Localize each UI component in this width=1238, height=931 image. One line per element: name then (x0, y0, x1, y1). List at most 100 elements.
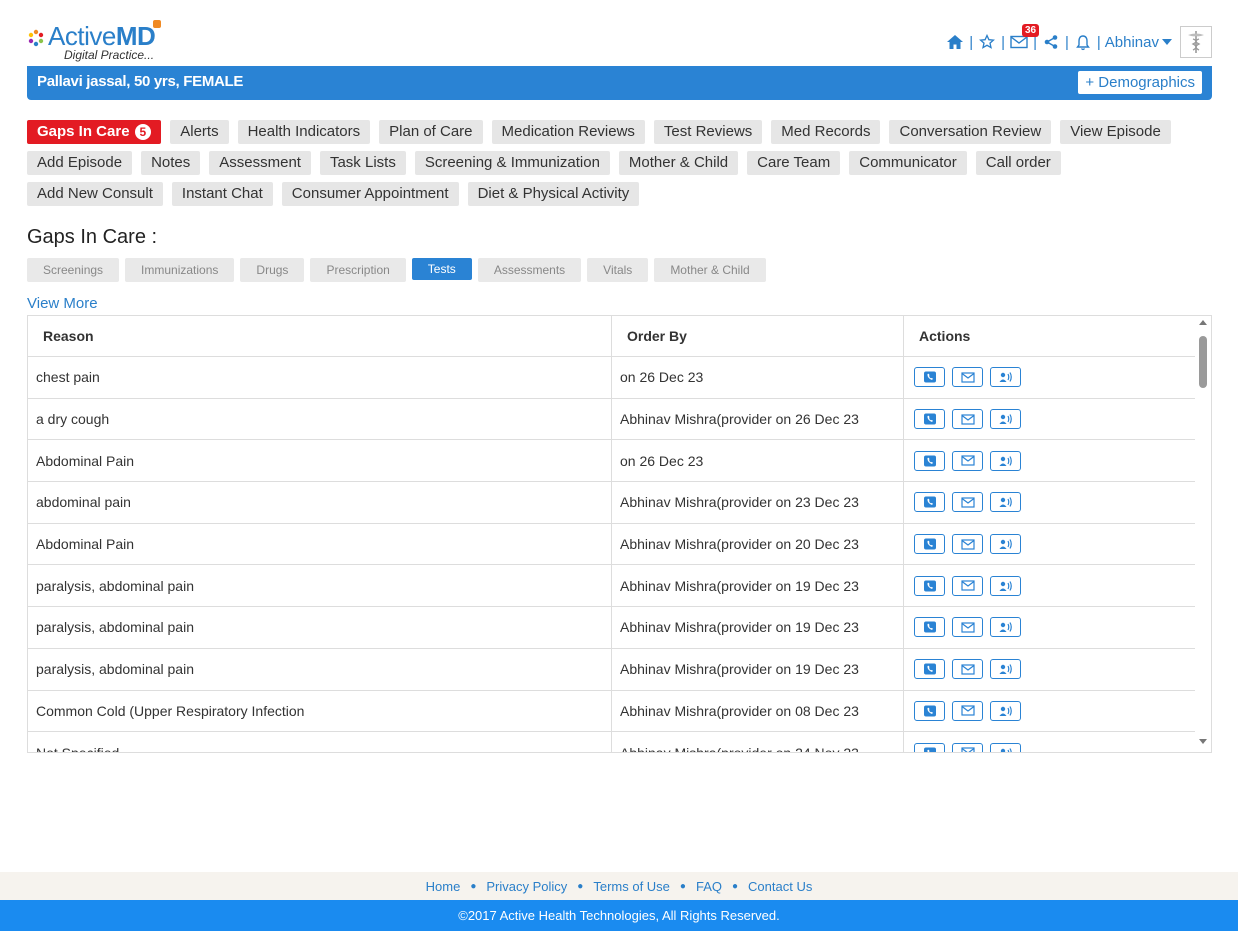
tag-med-records[interactable]: Med Records (771, 120, 881, 144)
footer-link-faq[interactable]: FAQ (696, 879, 722, 894)
actions-cell (904, 357, 1196, 398)
phone-icon (923, 413, 937, 425)
tag-medication-reviews[interactable]: Medication Reviews (491, 120, 645, 144)
reason-cell: abdominal pain (28, 482, 612, 523)
call-button[interactable] (914, 575, 945, 596)
table-row: Abdominal Pain on 26 Dec 23 (28, 440, 1196, 483)
home-icon[interactable] (945, 32, 965, 52)
voice-icon (998, 538, 1014, 550)
scroll-down-arrow-icon[interactable] (1199, 739, 1207, 744)
patient-bar: Pallavi jassal, 50 yrs, FEMALE + Demogra… (27, 66, 1212, 100)
tag-add-new-consult[interactable]: Add New Consult (27, 182, 163, 206)
message-button[interactable] (952, 367, 983, 388)
subtab-prescription[interactable]: Prescription (310, 258, 406, 282)
footer-links: Home ● Privacy Policy ● Terms of Use ● F… (0, 872, 1238, 900)
tag-care-team[interactable]: Care Team (747, 151, 841, 175)
top-nav: | | 36 | | | Abhinav (945, 24, 1212, 58)
scroll-thumb[interactable] (1199, 336, 1207, 388)
message-button[interactable] (952, 450, 983, 471)
tag-conversation-review[interactable]: Conversation Review (889, 120, 1052, 144)
subtab-immunizations[interactable]: Immunizations (125, 258, 235, 282)
subtab-vitals[interactable]: Vitals (587, 258, 649, 282)
voice-button[interactable] (990, 575, 1021, 596)
tag-alerts[interactable]: Alerts (170, 120, 229, 144)
tag-test-reviews[interactable]: Test Reviews (653, 120, 763, 144)
table-scrollbar[interactable] (1195, 316, 1211, 752)
voice-button[interactable] (990, 534, 1021, 555)
star-icon[interactable] (977, 32, 997, 52)
footer-link-home[interactable]: Home (426, 879, 461, 894)
reason-cell: Not Specified (28, 732, 612, 752)
message-button[interactable] (952, 742, 983, 752)
tag-add-episode[interactable]: Add Episode (27, 151, 133, 175)
user-menu[interactable]: Abhinav (1105, 34, 1172, 51)
voice-button[interactable] (990, 742, 1021, 752)
voice-button[interactable] (990, 450, 1021, 471)
subtab-tests[interactable]: Tests (411, 258, 472, 280)
call-button[interactable] (914, 409, 945, 430)
call-button[interactable] (914, 367, 945, 388)
nav-separator: | (1064, 33, 1069, 51)
table-row: paralysis, abdominal pain Abhinav Mishra(… (28, 648, 1196, 691)
view-more-link[interactable]: View More (27, 295, 98, 312)
mail-icon[interactable]: 36 (1009, 24, 1040, 52)
message-button[interactable] (952, 534, 983, 555)
message-button[interactable] (952, 617, 983, 638)
tag-notes[interactable]: Notes (141, 151, 201, 175)
envelope-icon (960, 622, 975, 633)
footer-link-terms[interactable]: Terms of Use (593, 879, 670, 894)
call-button[interactable] (914, 534, 945, 555)
tag-screening-immunization[interactable]: Screening & Immunization (414, 151, 610, 175)
tag-health-indicators[interactable]: Health Indicators (237, 120, 371, 144)
voice-button[interactable] (990, 617, 1021, 638)
share-icon[interactable] (1041, 32, 1061, 52)
actions-cell (904, 482, 1196, 523)
voice-button[interactable] (990, 700, 1021, 721)
tag-mother-child[interactable]: Mother & Child (618, 151, 739, 175)
actions-cell (904, 691, 1196, 732)
subtab-assessments[interactable]: Assessments (477, 258, 582, 282)
actions-cell (904, 524, 1196, 565)
subtab-screenings[interactable]: Screenings (27, 258, 120, 282)
tag-task-lists[interactable]: Task Lists (319, 151, 406, 175)
subtab-mother-child[interactable]: Mother & Child (654, 258, 766, 282)
tag-instant-chat[interactable]: Instant Chat (171, 182, 273, 206)
scroll-up-arrow-icon[interactable] (1199, 320, 1207, 325)
message-button[interactable] (952, 409, 983, 430)
call-button[interactable] (914, 742, 945, 752)
tag-diet-physical-activity[interactable]: Diet & Physical Activity (467, 182, 640, 206)
header-reason: Reason (28, 316, 612, 356)
reason-cell: Abdominal Pain (28, 440, 612, 482)
message-button[interactable] (952, 575, 983, 596)
call-button[interactable] (914, 492, 945, 513)
message-button[interactable] (952, 700, 983, 721)
voice-button[interactable] (990, 409, 1021, 430)
tag-consumer-appointment[interactable]: Consumer Appointment (281, 182, 459, 206)
voice-button[interactable] (990, 492, 1021, 513)
call-button[interactable] (914, 700, 945, 721)
footer-link-contact[interactable]: Contact Us (748, 879, 812, 894)
tag-plan-of-care[interactable]: Plan of Care (379, 120, 483, 144)
tag-call-order[interactable]: Call order (975, 151, 1061, 175)
tag-view-episode[interactable]: View Episode (1060, 120, 1171, 144)
call-button[interactable] (914, 450, 945, 471)
gaps-in-care-button[interactable]: Gaps In Care 5 (27, 120, 162, 144)
subtab-drugs[interactable]: Drugs (240, 258, 305, 282)
call-button[interactable] (914, 659, 945, 680)
envelope-icon (960, 580, 975, 591)
message-button[interactable] (952, 659, 983, 680)
footer-link-privacy[interactable]: Privacy Policy (486, 879, 567, 894)
logo[interactable]: ActiveMD Digital Practice... (26, 20, 166, 64)
voice-icon (998, 621, 1014, 633)
bell-icon[interactable] (1073, 32, 1093, 52)
message-button[interactable] (952, 492, 983, 513)
avatar[interactable] (1180, 26, 1212, 58)
call-button[interactable] (914, 617, 945, 638)
tag-communicator[interactable]: Communicator (849, 151, 967, 175)
voice-button[interactable] (990, 659, 1021, 680)
voice-button[interactable] (990, 367, 1021, 388)
demographics-button[interactable]: + Demographics (1078, 71, 1202, 94)
tag-row-3: Add New Consult Instant Chat Consumer Ap… (27, 182, 640, 206)
phone-icon (923, 371, 937, 383)
tag-assessment[interactable]: Assessment (209, 151, 311, 175)
